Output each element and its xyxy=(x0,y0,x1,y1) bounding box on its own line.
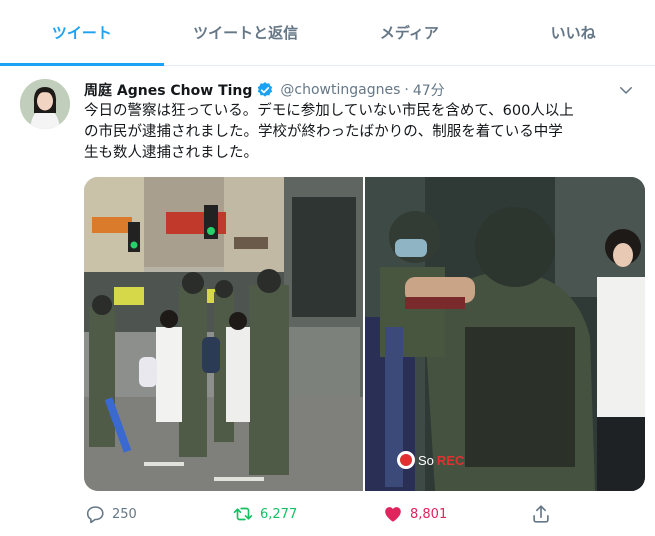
tab-media[interactable]: メディア xyxy=(328,0,492,65)
tweet-actions: 250 6,277 8,801 xyxy=(84,499,604,529)
tweet-media: So REC xyxy=(84,177,645,491)
reply-icon xyxy=(86,506,104,524)
tab-tweets-and-replies[interactable]: ツイートと返信 xyxy=(164,0,328,65)
heart-icon xyxy=(385,507,401,522)
chevron-down-icon[interactable] xyxy=(617,81,635,99)
tweet-header: 周庭 Agnes Chow Ting @chowtingagnes · 47分 xyxy=(84,79,635,101)
avatar[interactable] xyxy=(20,79,70,129)
tab-tweets-and-replies-label: ツイートと返信 xyxy=(193,24,299,42)
display-name[interactable]: 周庭 Agnes Chow Ting xyxy=(84,80,252,100)
watermark-rec: REC xyxy=(436,452,465,468)
retweet-button[interactable]: 6,277 xyxy=(232,499,297,529)
user-handle[interactable]: @chowtingagnes xyxy=(280,82,400,98)
reply-button[interactable]: 250 xyxy=(84,499,137,529)
like-count: 8,801 xyxy=(410,506,448,522)
tab-media-label: メディア xyxy=(379,24,439,42)
tweet-text-line: 生も数人逮捕されました。 xyxy=(84,145,258,161)
media-watermark: So REC xyxy=(397,451,464,469)
reply-count: 250 xyxy=(112,506,137,522)
tweet-text-line: 今日の警察は狂っている。デモに参加していない市民を含めて、600人以上 xyxy=(84,103,574,119)
tab-tweets-label: ツイート xyxy=(51,24,112,42)
share-button[interactable] xyxy=(530,499,552,529)
tab-likes[interactable]: いいね xyxy=(491,0,655,65)
tab-likes-label: いいね xyxy=(550,24,596,42)
share-icon xyxy=(533,505,549,523)
profile-tabs: ツイート ツイートと返信 メディア いいね xyxy=(0,0,655,66)
tweet[interactable]: 周庭 Agnes Chow Ting @chowtingagnes · 47分 … xyxy=(0,67,655,536)
like-button[interactable]: 8,801 xyxy=(382,499,447,529)
tweet-text-line: の市民が逮捕されました。学校が終わったばかりの、制服を着ている中学 xyxy=(84,124,563,140)
avatar-image xyxy=(20,79,70,129)
retweet-count: 6,277 xyxy=(260,506,298,522)
timestamp[interactable]: 47分 xyxy=(413,80,445,100)
verified-badge-icon xyxy=(258,82,273,97)
media-photo-1[interactable] xyxy=(84,177,363,491)
separator-dot: · xyxy=(404,82,409,98)
street-arrest-photo-icon xyxy=(84,177,363,491)
tab-tweets[interactable]: ツイート xyxy=(0,0,164,66)
socrec-logo-icon xyxy=(397,451,415,469)
watermark-prefix: So xyxy=(418,452,434,468)
tweet-text: 今日の警察は狂っている。デモに参加していない市民を含めて、600人以上 の市民が… xyxy=(84,101,644,164)
riot-police-closeup-photo-icon xyxy=(365,177,645,491)
media-photo-2[interactable]: So REC xyxy=(365,177,645,491)
retweet-icon xyxy=(233,507,253,521)
